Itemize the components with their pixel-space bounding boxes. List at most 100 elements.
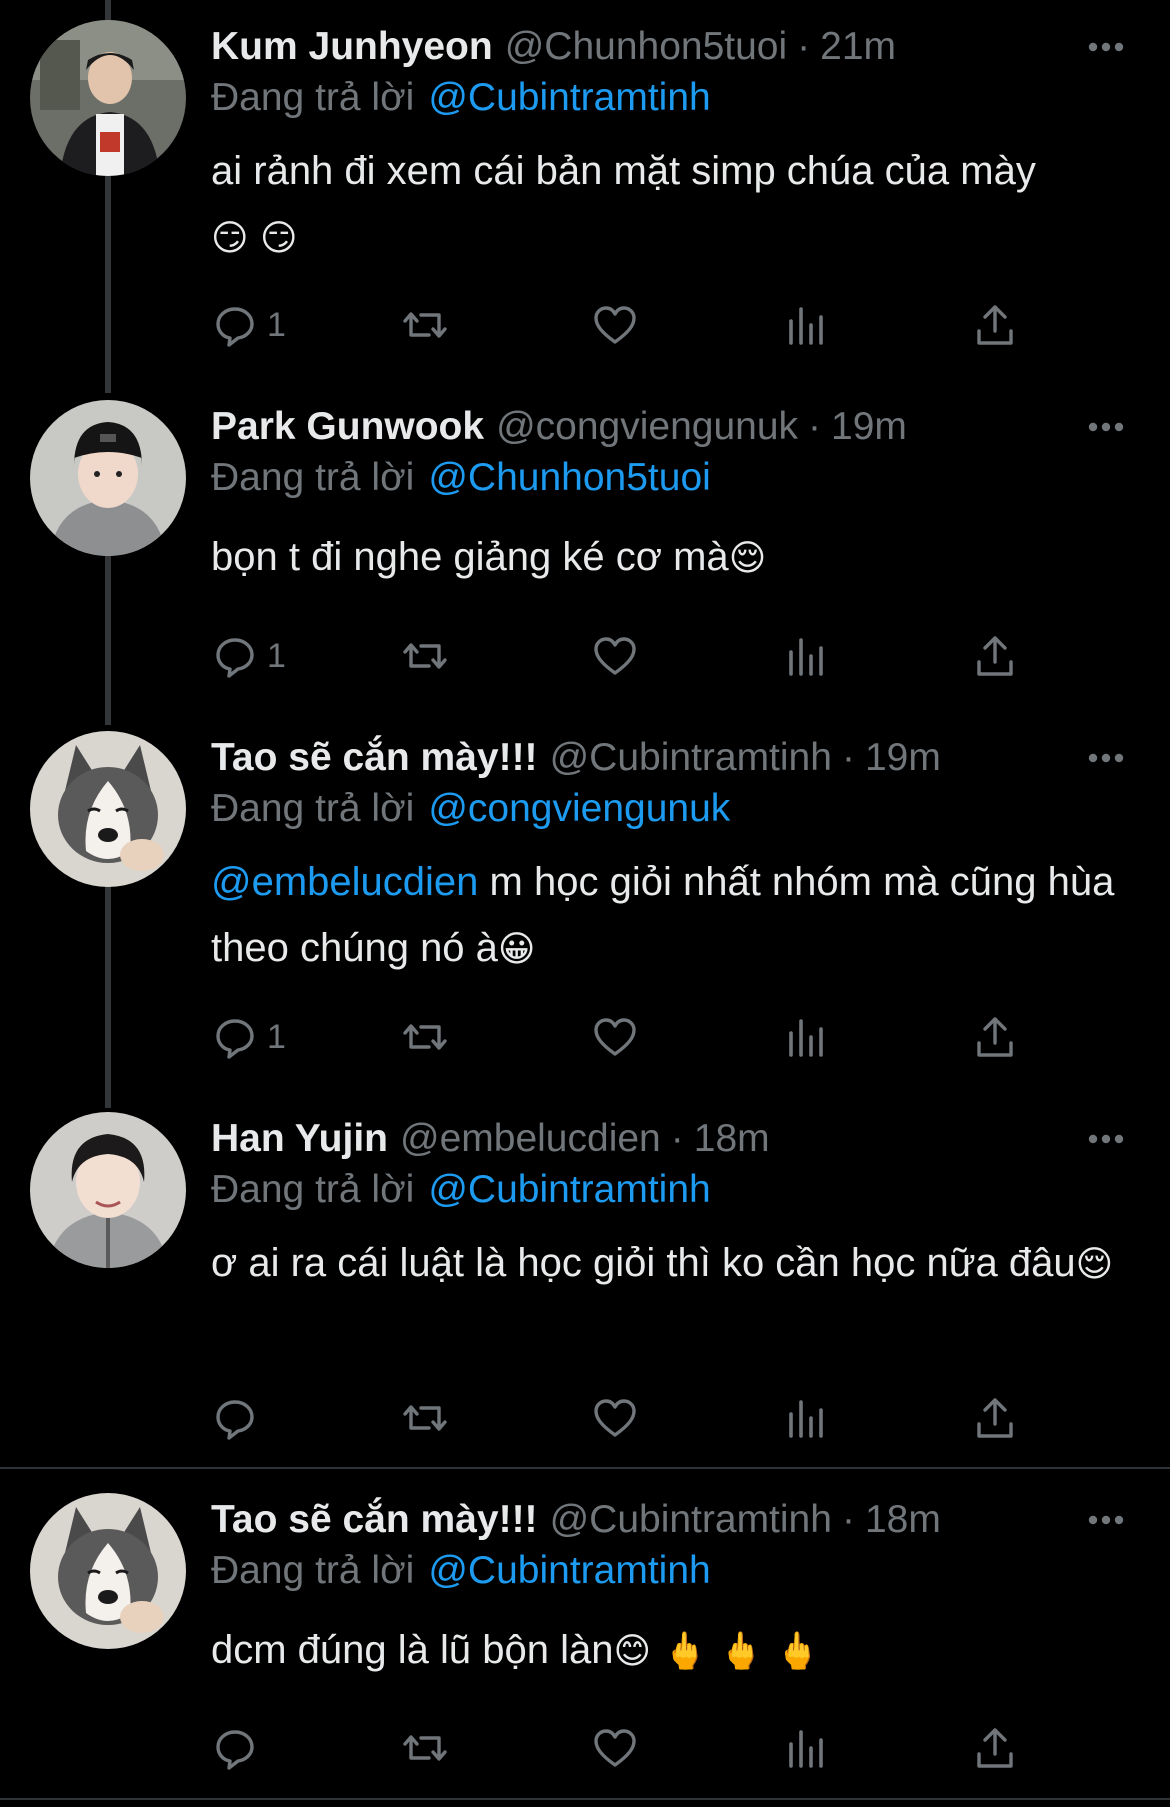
action-bar [211,1388,1031,1448]
replying-to-handle[interactable]: @congviengunuk [428,787,730,831]
share-upload-icon [977,1728,1013,1768]
separator-dot: · [808,405,822,448]
display-name[interactable]: Tao sẽ cắn mày!!! [211,736,538,780]
timestamp[interactable]: 18m [694,1117,770,1161]
more-horizontal-icon[interactable] [1084,405,1128,449]
emoji: 😏 😏 [211,218,298,259]
replying-to-handle[interactable]: @Cubintramtinh [428,76,710,120]
share-upload-icon [977,1398,1013,1438]
timestamp[interactable]: 19m [831,405,907,449]
retweet-icon [403,1024,447,1050]
separator-dot: · [841,1498,855,1541]
avatar[interactable] [30,1112,186,1268]
like-button[interactable] [591,1007,639,1067]
analytics-button[interactable] [781,295,829,355]
analytics-button[interactable] [781,1718,829,1778]
person-avatar-image [30,20,186,176]
reply-button[interactable]: 1 [211,295,286,355]
avatar[interactable] [30,731,186,887]
more-horizontal-icon[interactable] [1084,736,1128,780]
retweet-icon [403,1735,447,1761]
share-button[interactable] [971,1388,1019,1448]
separator-dot: · [670,1117,684,1160]
display-name[interactable]: Park Gunwook [211,405,484,449]
retweet-button[interactable] [401,1007,449,1067]
analytics-bars-icon [789,1019,823,1057]
reply-count: 1 [267,1017,286,1056]
avatar[interactable] [30,1493,186,1649]
heart-icon [594,1729,636,1767]
separator-dot: · [841,736,855,779]
share-button[interactable] [971,295,1019,355]
more-horizontal-icon[interactable] [1084,25,1128,69]
like-button[interactable] [591,1718,639,1778]
user-handle[interactable]: @congviengunuk [496,405,798,449]
retweet-icon [403,1405,447,1431]
mention-link[interactable]: @embelucdien [211,860,478,904]
timestamp[interactable]: 18m [865,1498,941,1542]
display-name[interactable]: Han Yujin [211,1117,388,1161]
analytics-button[interactable] [781,626,829,686]
replying-to-handle[interactable]: @Cubintramtinh [428,1168,710,1212]
retweet-button[interactable] [401,295,449,355]
reply-bubble-icon [216,1019,254,1059]
person-avatar-image [30,1112,186,1268]
thread-line [105,553,111,725]
reply-button[interactable] [211,1388,267,1448]
user-handle[interactable]: @Cubintramtinh [550,1498,832,1542]
more-horizontal-icon[interactable] [1084,1117,1128,1161]
heart-icon [594,1399,636,1437]
tweet-body: dcm đúng là lũ bộn làn [211,1628,614,1672]
display-name[interactable]: Kum Junhyeon [211,25,493,69]
action-bar: 1 [211,295,1031,355]
tweet-text: bọn t đi nghe giảng ké cơ mà😌 [211,524,1140,592]
divider [0,1798,1170,1800]
heart-icon [594,637,636,675]
avatar[interactable] [30,20,186,176]
avatar[interactable] [30,400,186,556]
share-button[interactable] [971,1007,1019,1067]
replying-to-label: Đang trả lời [211,787,415,830]
emoji: 😌 [1075,1244,1114,1285]
reply-bubble-icon [216,1730,254,1770]
replying-to-handle[interactable]: @Chunhon5tuoi [428,456,710,500]
person-avatar-image [30,400,186,556]
retweet-button[interactable] [401,1388,449,1448]
reply-button[interactable]: 1 [211,1007,286,1067]
more-horizontal-icon[interactable] [1084,1498,1128,1542]
timestamp[interactable]: 21m [820,25,896,69]
reply-bubble-icon [216,307,254,347]
share-upload-icon [977,305,1013,345]
user-handle[interactable]: @Chunhon5tuoi [505,25,787,69]
emoji: 😌 [728,538,767,579]
analytics-bars-icon [789,307,823,345]
like-button[interactable] [591,626,639,686]
heart-icon [594,1018,636,1056]
tweet-body: ai rảnh đi xem cái bản mặt simp chúa của… [211,149,1036,193]
share-button[interactable] [971,1718,1019,1778]
timestamp[interactable]: 19m [865,736,941,780]
retweet-button[interactable] [401,626,449,686]
user-handle[interactable]: @embelucdien [400,1117,661,1161]
share-upload-icon [977,1017,1013,1057]
tweet-text: ai rảnh đi xem cái bản mặt simp chúa của… [211,138,1140,272]
replying-to-handle[interactable]: @Cubintramtinh [428,1549,710,1593]
action-bar: 1 [211,626,1031,686]
analytics-button[interactable] [781,1388,829,1448]
share-button[interactable] [971,626,1019,686]
reply-bubble-icon [216,1400,254,1440]
dog-avatar-image [30,731,186,887]
retweet-button[interactable] [401,1718,449,1778]
analytics-button[interactable] [781,1007,829,1067]
like-button[interactable] [591,1388,639,1448]
action-bar: 1 [211,1007,1031,1067]
tweet-text: ơ ai ra cái luật là học giỏi thì ko cần … [211,1230,1140,1298]
reply-button[interactable]: 1 [211,626,286,686]
display-name[interactable]: Tao sẽ cắn mày!!! [211,1498,538,1542]
replying-to-label: Đang trả lời [211,1549,415,1592]
emoji: 😀 [497,929,536,970]
reply-bubble-icon [216,638,254,678]
reply-button[interactable] [211,1718,267,1778]
user-handle[interactable]: @Cubintramtinh [550,736,832,780]
like-button[interactable] [591,295,639,355]
